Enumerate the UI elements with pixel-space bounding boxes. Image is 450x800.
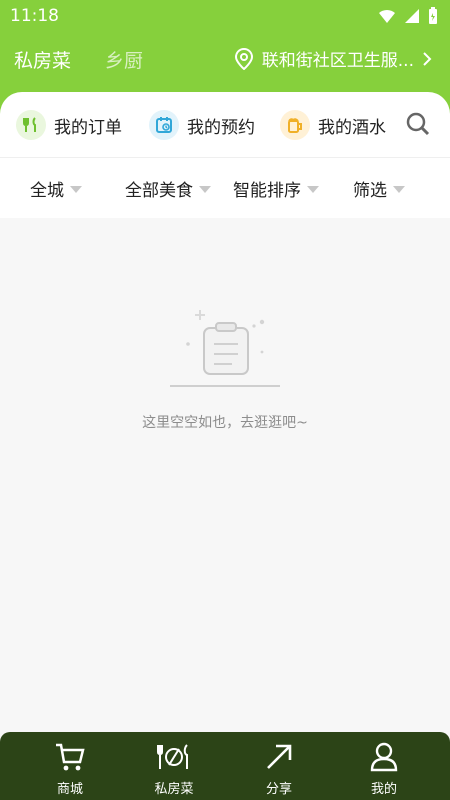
user-icon: [369, 742, 399, 772]
location-pin-icon: [234, 47, 254, 70]
bottom-nav-mine-label: 我的: [370, 782, 397, 797]
top-nav: 私房菜 乡厨 联和街社区卫生服...: [0, 40, 450, 80]
quick-actions: 我的订单 我的预约 我的酒水: [0, 92, 450, 158]
battery-icon: [428, 7, 438, 25]
bottom-nav-share-label: 分享: [265, 782, 292, 797]
fork-knife-icon: [16, 110, 46, 140]
tab-private-kitchen[interactable]: 私房菜: [14, 46, 71, 73]
bottom-nav-mall-label: 商城: [56, 782, 83, 797]
tab-country-chef[interactable]: 乡厨: [105, 46, 143, 73]
my-orders-button[interactable]: 我的订单: [16, 107, 122, 143]
search-icon: [404, 110, 432, 138]
status-bar: 11:18: [0, 0, 450, 32]
location-selector[interactable]: 联和街社区卫生服...: [234, 46, 432, 71]
my-drinks-button[interactable]: 我的酒水: [280, 107, 386, 143]
bottom-nav-mall[interactable]: 商城: [30, 742, 110, 797]
cart-icon: [54, 742, 86, 772]
chevron-right-icon: [422, 51, 432, 67]
dropdown-caret-icon: [393, 186, 405, 193]
filter-bar: 全城 全部美食 智能排序 筛选: [0, 158, 450, 218]
bottom-nav-private-kitchen-label: 私房菜: [154, 782, 194, 797]
filter-city[interactable]: 全城: [30, 176, 82, 201]
bottom-nav-share[interactable]: 分享: [239, 742, 319, 797]
my-orders-label: 我的订单: [54, 117, 122, 138]
bottom-nav: 商城 私房菜 分享 我的: [0, 732, 450, 800]
status-icons: [378, 6, 438, 26]
beer-mug-icon: [280, 110, 310, 140]
filter-cuisine-label: 全部美食: [125, 181, 193, 201]
signal-icon: [404, 8, 420, 24]
dropdown-caret-icon: [70, 186, 82, 193]
filter-city-label: 全城: [30, 181, 64, 201]
filter-more-label: 筛选: [353, 181, 387, 201]
my-appointments-button[interactable]: 我的预约: [149, 107, 255, 143]
my-appointments-label: 我的预约: [187, 117, 255, 138]
bottom-nav-mine[interactable]: 我的: [344, 742, 424, 797]
empty-state-text: 这里空空如也，去逛逛吧~: [142, 415, 308, 431]
filter-sort[interactable]: 智能排序: [233, 176, 319, 201]
my-drinks-label: 我的酒水: [318, 117, 386, 138]
wifi-icon: [378, 8, 396, 24]
search-button[interactable]: [404, 110, 432, 138]
dining-icon: [156, 742, 192, 772]
filter-sort-label: 智能排序: [233, 181, 301, 201]
filter-more[interactable]: 筛选: [353, 176, 405, 201]
empty-clipboard-illustration-icon: [170, 300, 280, 392]
status-time: 11:18: [10, 6, 59, 26]
location-text: 联和街社区卫生服...: [261, 51, 414, 71]
dropdown-caret-icon: [307, 186, 319, 193]
bottom-nav-private-kitchen[interactable]: 私房菜: [134, 742, 214, 797]
calendar-clock-icon: [149, 110, 179, 140]
filter-cuisine[interactable]: 全部美食: [125, 176, 211, 201]
dropdown-caret-icon: [199, 186, 211, 193]
empty-state: 这里空空如也，去逛逛吧~: [0, 300, 450, 440]
share-arrow-icon: [264, 742, 294, 772]
